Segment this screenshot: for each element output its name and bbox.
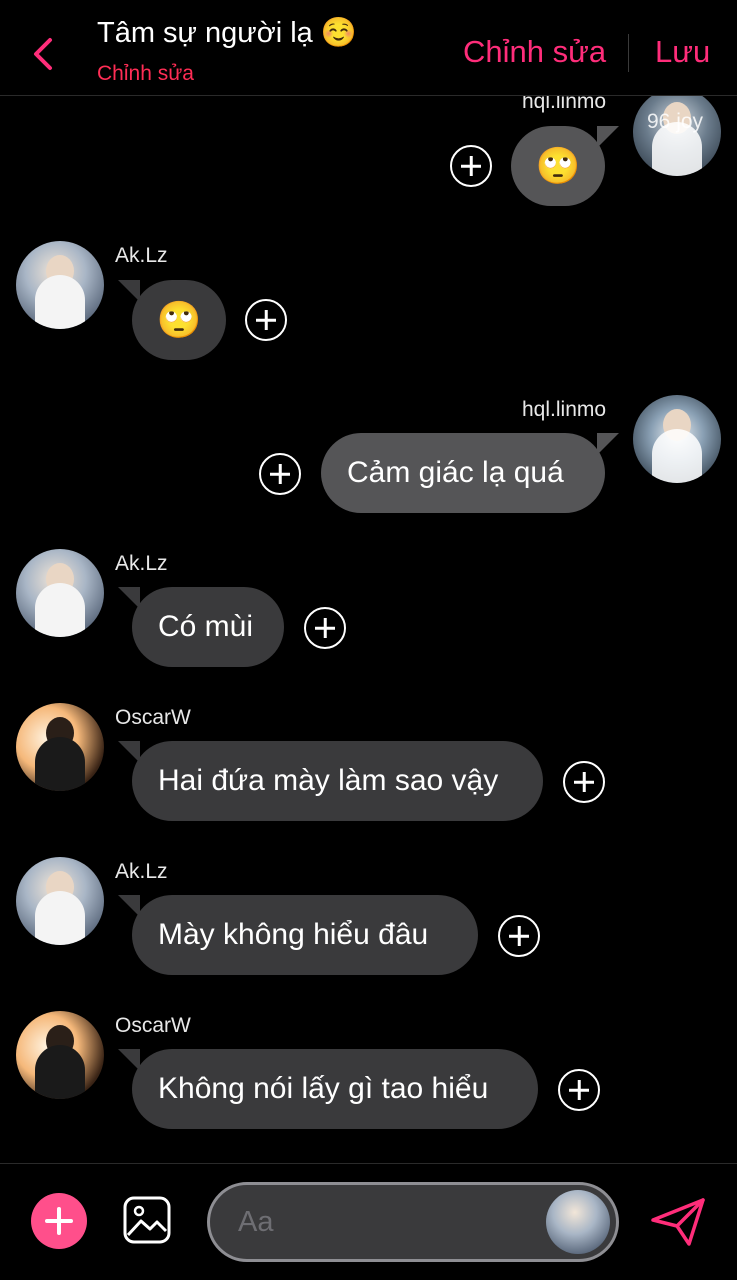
- chat-subtitle-edit[interactable]: Chỉnh sửa: [97, 62, 194, 86]
- avatar[interactable]: [16, 703, 104, 791]
- message-text: 🙄: [535, 145, 581, 186]
- react-plus-button[interactable]: [259, 453, 301, 495]
- message-username: OscarW: [115, 1014, 191, 1037]
- save-button[interactable]: Lưu: [655, 34, 710, 70]
- edit-button[interactable]: Chỉnh sửa: [463, 34, 606, 70]
- message-username: Ak.Lz: [115, 552, 168, 575]
- message-bubble[interactable]: Không nói lấy gì tao hiểu: [118, 1049, 538, 1129]
- image-icon: [123, 1196, 171, 1244]
- avatar[interactable]: 96 joy: [633, 88, 721, 176]
- paper-plane-icon: [651, 1198, 705, 1246]
- message-bubble[interactable]: 🙄: [118, 280, 226, 360]
- message-text: Có mùi: [158, 610, 254, 643]
- message-bubble[interactable]: 🙄: [511, 126, 619, 206]
- chat-title: Tâm sự người lạ ☺️: [97, 17, 357, 49]
- avatar[interactable]: [16, 1011, 104, 1099]
- message-username: Ak.Lz: [115, 860, 168, 883]
- message-bubble[interactable]: Mày không hiểu đâu: [118, 895, 478, 975]
- message-input[interactable]: [238, 1185, 538, 1259]
- avatar[interactable]: [633, 395, 721, 483]
- message-text: Hai đứa mày làm sao vậy: [158, 764, 499, 797]
- avatar[interactable]: [16, 549, 104, 637]
- chat-header: Tâm sự người lạ ☺️ Chỉnh sửa Chỉnh sửa L…: [0, 0, 737, 96]
- avatar[interactable]: [16, 241, 104, 329]
- message-text: Cảm giác lạ quá: [347, 456, 564, 489]
- avatar[interactable]: [16, 857, 104, 945]
- chat-screen: Tâm sự người lạ ☺️ Chỉnh sửa Chỉnh sửa L…: [0, 0, 737, 1280]
- message-username: hql.linmo: [522, 398, 607, 421]
- back-button[interactable]: [28, 34, 58, 74]
- react-plus-button[interactable]: [304, 607, 346, 649]
- avatar-overlay-text: 96 joy: [647, 110, 704, 133]
- message-text: Không nói lấy gì tao hiểu: [158, 1072, 489, 1105]
- react-plus-button[interactable]: [245, 299, 287, 341]
- message-text: Mày không hiểu đâu: [158, 918, 429, 951]
- add-button[interactable]: [31, 1193, 87, 1249]
- image-button[interactable]: [122, 1195, 172, 1245]
- react-plus-button[interactable]: [563, 761, 605, 803]
- message-username: Ak.Lz: [115, 244, 168, 267]
- react-plus-button[interactable]: [498, 915, 540, 957]
- message-text: 🙄: [156, 299, 202, 340]
- react-plus-button[interactable]: [558, 1069, 600, 1111]
- send-button[interactable]: [649, 1196, 707, 1248]
- chevron-left-icon: [34, 38, 52, 70]
- message-input-wrap: [207, 1182, 619, 1262]
- message-username: OscarW: [115, 706, 191, 729]
- header-divider: [628, 34, 629, 72]
- message-bubble[interactable]: Cảm giác lạ quá: [321, 433, 619, 513]
- sticker-avatar-button[interactable]: [546, 1190, 610, 1254]
- react-plus-button[interactable]: [450, 145, 492, 187]
- message-bubble[interactable]: Có mùi: [118, 587, 284, 667]
- message-bubble[interactable]: Hai đứa mày làm sao vậy: [118, 741, 543, 821]
